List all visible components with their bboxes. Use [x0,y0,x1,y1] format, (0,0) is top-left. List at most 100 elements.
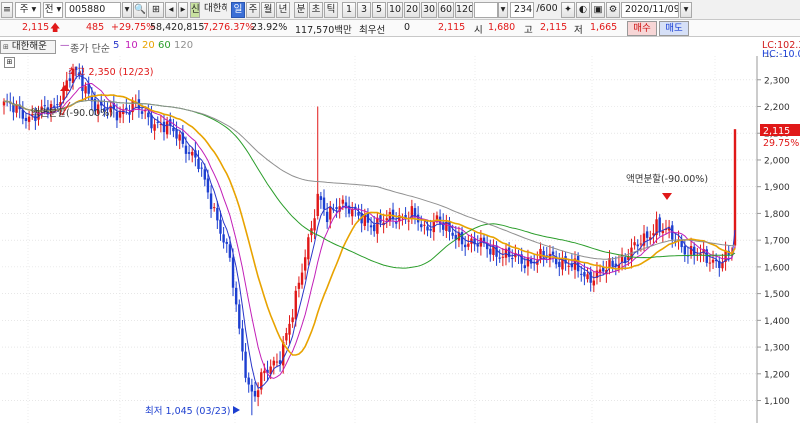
candle-body [219,219,222,234]
interval-30-button[interactable]: 30 [421,2,437,18]
settings-icon[interactable]: ⚙ [606,2,620,18]
custom-interval-input[interactable] [474,2,498,18]
candle-body [118,111,122,118]
candle-body [56,104,59,106]
candle-body [322,197,326,210]
candle-body [435,215,439,220]
close-value: 2,115 [438,22,466,33]
sell-button[interactable]: 매도 [659,21,689,36]
candle-body [288,323,291,335]
candle-body [241,328,244,352]
scroll-all-icon[interactable]: ✦ [561,2,575,18]
current-price: 2,115 [22,22,50,33]
interval-120-button[interactable]: 120 [455,2,473,18]
candle-body [589,271,592,283]
period-tick-tab[interactable]: 틱 [324,2,338,18]
y-tick-label: 1,600 [764,263,790,273]
legend-ma-type: 종가 단순 [70,44,110,55]
interval-5-button[interactable]: 5 [372,2,386,18]
price-change-pct: +29.75% [111,22,156,33]
candle-body [184,145,188,154]
candle-body [645,231,649,238]
split-annotation-left: 액면분할(-90.00%) [31,107,113,119]
candle-body [285,333,288,341]
market-select[interactable]: 주 ▾ [15,2,41,18]
candle-body [580,273,583,275]
interval-3-button[interactable]: 3 [357,2,371,18]
legend-ma-60[interactable]: 60 [158,40,171,51]
open-value: 1,680 [488,22,516,33]
calendar-dropdown-icon[interactable]: ▾ [680,2,692,18]
legend-ma-20[interactable]: 20 [142,40,155,51]
candle-body [489,248,492,255]
candle-body [247,377,250,385]
candle-body [275,361,279,363]
related-icon[interactable]: ⊞ [148,2,164,18]
legend-ma-120[interactable]: 120 [174,40,193,51]
interval-20-button[interactable]: 20 [404,2,420,18]
legend-stock-label[interactable]: ⊞ 대한해운 [0,40,56,54]
candle-body [567,265,570,267]
period-second-tab[interactable]: 초 [309,2,323,18]
price-change: 485 [86,22,105,33]
high-label: 고 [524,25,533,36]
speaker-icon[interactable]: ◂ [165,2,177,18]
period-minute-tab[interactable]: 분 [294,2,308,18]
candle-body [586,274,589,280]
period-week-tab[interactable]: 주 [246,2,260,18]
period-month-tab[interactable]: 월 [261,2,275,18]
y-tick-label: 1,900 [764,183,790,193]
candle-body [147,112,150,118]
custom-interval-dropdown[interactable]: ▾ [498,2,508,18]
candle-body [526,257,530,267]
low-annotation: 최저 1,045 (03/23) [145,406,231,417]
period-day-tab[interactable]: 일 [231,2,245,18]
ma-10-line [4,82,736,379]
candle-body [303,257,307,271]
candle-body [187,152,191,154]
y-tick-label: 1,200 [764,370,790,380]
toggle-icon[interactable]: ◐ [576,2,590,18]
menu-icon[interactable]: ≡ [1,2,13,18]
market-select-2[interactable]: 전 ▾ [43,2,63,18]
price-chart[interactable]: 1,100 1,200 1,300 1,400 1,500 1,600 1,700 1,800… [0,56,800,423]
candle-body [369,225,373,228]
interval-1-button[interactable]: 1 [342,2,356,18]
candle-body [463,244,467,248]
y-axis: 1,100 1,200 1,300 1,400 1,500 1,600 1,700 1,800… [756,56,790,423]
candle-body [501,256,505,258]
candle-body [191,151,194,156]
candle-body [300,272,304,285]
high-annotation: 최고 2,350 (12/23) [68,67,154,78]
interval-60-button[interactable]: 60 [438,2,454,18]
period-year-tab[interactable]: 년 [276,2,290,18]
low-marker-icon [233,406,240,414]
date-input[interactable]: 2020/11/09 [621,2,679,18]
candle-body [373,224,376,232]
candle-body [156,121,159,123]
speaker-option-icon[interactable]: ▸ [178,2,188,18]
candle-body [175,129,178,139]
candle-body [238,304,241,329]
code-dropdown-button[interactable]: ▾ [122,2,132,18]
stock-code-input[interactable]: 005880 [65,2,121,18]
legend-ma-5[interactable]: 5 [113,40,119,51]
candle-body [203,169,206,180]
candle-body [140,111,144,114]
moving-averages [4,74,736,389]
candle-body [325,211,329,223]
ma-5-line [4,74,736,389]
search-icon[interactable]: 🔍 [133,2,147,18]
save-icon[interactable]: ▣ [591,2,605,18]
candle-body [225,241,228,244]
legend-ma-10[interactable]: 10 [125,40,138,51]
candle-body [329,206,332,220]
candle-body [178,134,181,141]
candle-body [316,193,319,216]
y-tick-label: 2,200 [764,103,790,113]
candle-body [335,207,338,210]
interval-10-button[interactable]: 10 [387,2,403,18]
stock-badge-icon: 신 [190,2,200,18]
count-input[interactable]: 234 [510,2,534,18]
buy-button[interactable]: 매수 [627,21,657,36]
